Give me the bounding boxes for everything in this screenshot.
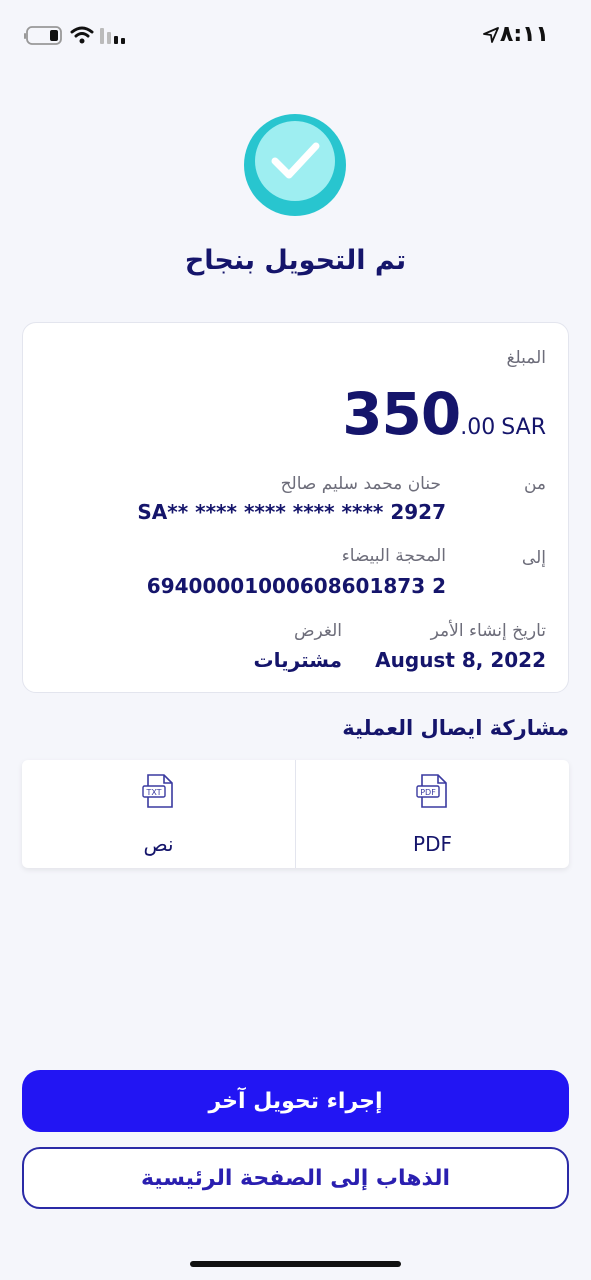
svg-text:PDF: PDF — [420, 788, 436, 797]
to-account: 69400001000608601873 2 — [146, 574, 446, 598]
date-value: August 8, 2022 — [375, 648, 546, 672]
location-arrow-icon — [483, 27, 499, 43]
amount-value: 350 .00 SAR — [342, 380, 546, 448]
share-txt-label: نص — [143, 832, 174, 856]
from-account: SA** **** **** **** **** 2927 — [137, 500, 446, 524]
purpose-label: الغرض — [293, 621, 342, 641]
share-title: مشاركة ايصال العملية — [342, 716, 569, 740]
status-bar: ٨:١١ — [0, 0, 591, 70]
to-label: إلى — [521, 548, 546, 568]
from-label: من — [523, 474, 546, 494]
purpose-value: مشتريات — [253, 648, 342, 672]
new-transfer-button[interactable]: إجراء تحويل آخر — [22, 1070, 569, 1132]
status-time: ٨:١١ — [499, 22, 549, 47]
battery-icon — [24, 26, 62, 45]
amount-decimal: .00 — [460, 415, 496, 440]
pdf-file-icon: PDF — [415, 774, 447, 808]
success-check-icon — [244, 114, 346, 216]
to-name: المحجة البيضاء — [341, 546, 446, 566]
share-txt-button[interactable]: TXT نص — [22, 760, 295, 868]
amount-currency: SAR — [501, 415, 546, 440]
date-label: تاريخ إنشاء الأمر — [430, 621, 546, 641]
wifi-icon — [70, 26, 94, 44]
from-name: حنان محمد سليم صالح — [280, 474, 441, 494]
amount-label: المبلغ — [506, 348, 546, 368]
share-options: TXT نص PDF PDF — [22, 760, 569, 868]
amount-integer: 350 — [342, 380, 461, 448]
share-pdf-label: PDF — [413, 832, 452, 856]
go-home-button[interactable]: الذهاب إلى الصفحة الرئيسية — [22, 1147, 569, 1209]
signal-icon — [100, 28, 125, 44]
txt-file-icon: TXT — [141, 774, 173, 808]
svg-text:TXT: TXT — [145, 788, 161, 797]
share-pdf-button[interactable]: PDF PDF — [295, 760, 569, 868]
page-title: تم التحويل بنجاح — [184, 245, 407, 276]
home-indicator — [190, 1261, 401, 1267]
